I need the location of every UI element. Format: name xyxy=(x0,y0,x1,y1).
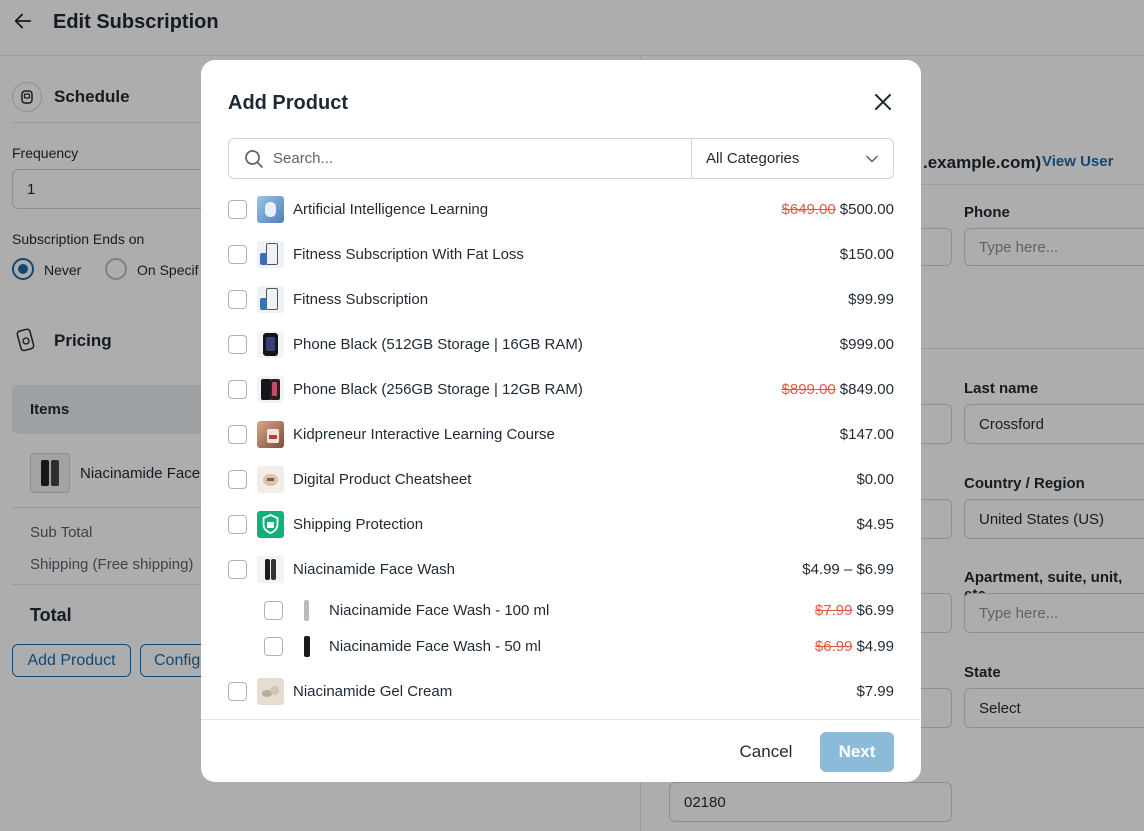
product-price: $899.00 $849.00 xyxy=(782,381,894,398)
product-price: $7.99 $6.99 xyxy=(815,602,894,619)
product-thumbnail xyxy=(293,633,320,660)
product-row[interactable]: Phone Black (512GB Storage | 16GB RAM) $… xyxy=(201,323,921,368)
product-name: Kidpreneur Interactive Learning Course xyxy=(293,426,555,443)
product-thumbnail xyxy=(257,466,284,493)
product-price: $999.00 xyxy=(840,336,894,353)
original-price: $7.99 xyxy=(814,602,853,619)
price-value: $4.95 xyxy=(856,516,894,533)
variant-row[interactable]: Niacinamide Face Wash - 100 ml $7.99 $6.9… xyxy=(201,593,921,629)
product-thumbnail xyxy=(257,286,284,313)
product-checkbox[interactable] xyxy=(228,290,247,309)
search-input[interactable] xyxy=(273,140,683,177)
product-name: Phone Black (256GB Storage | 12GB RAM) xyxy=(293,381,583,398)
product-name: Shipping Protection xyxy=(293,516,424,533)
product-checkbox[interactable] xyxy=(228,200,247,219)
sale-price: $849.00 xyxy=(839,381,894,398)
product-row[interactable]: Shipping Protection $4.95 xyxy=(201,503,921,548)
original-price: $6.99 xyxy=(814,638,853,655)
product-thumbnail xyxy=(257,331,284,358)
product-price: $150.00 xyxy=(840,246,894,263)
original-price: $899.00 xyxy=(781,381,836,398)
product-thumbnail xyxy=(257,376,284,403)
product-thumbnail xyxy=(257,421,284,448)
price-value: $150.00 xyxy=(839,246,894,263)
product-thumbnail xyxy=(257,241,284,268)
product-row[interactable]: Niacinamide Face Wash $4.99 – $6.99 xyxy=(201,548,921,593)
cancel-button[interactable]: Cancel xyxy=(725,732,807,772)
variant-name: Niacinamide Face Wash - 100 ml xyxy=(329,602,550,619)
sale-price: $500.00 xyxy=(839,201,894,218)
product-name: Digital Product Cheatsheet xyxy=(293,471,472,488)
product-checkbox[interactable] xyxy=(228,560,247,579)
product-name: Artificial Intelligence Learning xyxy=(293,201,489,218)
product-name: Niacinamide Gel Cream xyxy=(293,683,453,700)
product-row[interactable]: Phone Black (256GB Storage | 12GB RAM) $… xyxy=(201,368,921,413)
variant-checkbox[interactable] xyxy=(264,637,283,656)
product-checkbox[interactable] xyxy=(228,682,247,701)
close-icon[interactable] xyxy=(871,90,895,114)
product-checkbox[interactable] xyxy=(228,335,247,354)
product-price: $147.00 xyxy=(840,426,894,443)
product-row[interactable]: Fitness Subscription With Fat Loss $150.… xyxy=(201,233,921,278)
original-price: $649.00 xyxy=(781,201,836,218)
category-select-value: All Categories xyxy=(706,150,800,167)
product-price: $0.00 xyxy=(856,471,894,488)
product-checkbox[interactable] xyxy=(228,470,247,489)
product-name: Phone Black (512GB Storage | 16GB RAM) xyxy=(293,336,583,353)
sale-price: $6.99 xyxy=(856,602,894,619)
price-value: $7.99 xyxy=(856,683,894,700)
product-checkbox[interactable] xyxy=(228,380,247,399)
price-value: $147.00 xyxy=(839,426,894,443)
product-checkbox[interactable] xyxy=(228,425,247,444)
price-range: $4.99 – $6.99 xyxy=(802,561,894,578)
product-row[interactable]: Niacinamide Gel Cream $7.99 xyxy=(201,670,921,715)
shield-icon xyxy=(257,511,284,538)
product-price: $99.99 xyxy=(848,291,894,308)
chevron-down-icon xyxy=(866,155,878,163)
product-price: $7.99 xyxy=(856,683,894,700)
category-select[interactable]: All Categories xyxy=(691,139,893,178)
product-row[interactable]: Fitness Subscription $99.99 xyxy=(201,278,921,323)
product-name: Fitness Subscription With Fat Loss xyxy=(293,246,524,263)
product-checkbox[interactable] xyxy=(228,245,247,264)
product-thumbnail xyxy=(257,556,284,583)
variant-name: Niacinamide Face Wash - 50 ml xyxy=(329,638,542,655)
footer-divider xyxy=(201,719,921,720)
product-row[interactable]: Kidpreneur Interactive Learning Course $… xyxy=(201,413,921,458)
product-checkbox[interactable] xyxy=(228,515,247,534)
sale-price: $4.99 xyxy=(856,638,894,655)
search-bar: All Categories xyxy=(228,138,894,179)
price-value: $0.00 xyxy=(856,471,894,488)
product-row[interactable]: Artificial Intelligence Learning $649.00… xyxy=(201,188,921,233)
product-price: $649.00 $500.00 xyxy=(782,201,894,218)
variant-row[interactable]: Niacinamide Face Wash - 50 ml $6.99 $4.99 xyxy=(201,629,921,665)
product-price: $6.99 $4.99 xyxy=(815,638,894,655)
product-price: $4.95 xyxy=(856,516,894,533)
next-button[interactable]: Next xyxy=(820,732,894,772)
product-thumbnail xyxy=(293,597,320,624)
product-name: Niacinamide Face Wash xyxy=(293,561,456,578)
price-value: $999.00 xyxy=(839,336,894,353)
product-price: $4.99 – $6.99 xyxy=(802,561,894,578)
product-row[interactable]: Digital Product Cheatsheet $0.00 xyxy=(201,458,921,503)
price-value: $99.99 xyxy=(848,291,894,308)
add-product-modal: Add Product All Categories Artificial In… xyxy=(201,60,921,782)
product-thumbnail xyxy=(257,196,284,223)
variant-checkbox[interactable] xyxy=(264,601,283,620)
product-name: Fitness Subscription xyxy=(293,291,429,308)
modal-title: Add Product xyxy=(228,92,348,114)
product-thumbnail xyxy=(257,678,284,705)
search-icon xyxy=(245,150,263,168)
product-list: Artificial Intelligence Learning $649.00… xyxy=(201,188,921,720)
